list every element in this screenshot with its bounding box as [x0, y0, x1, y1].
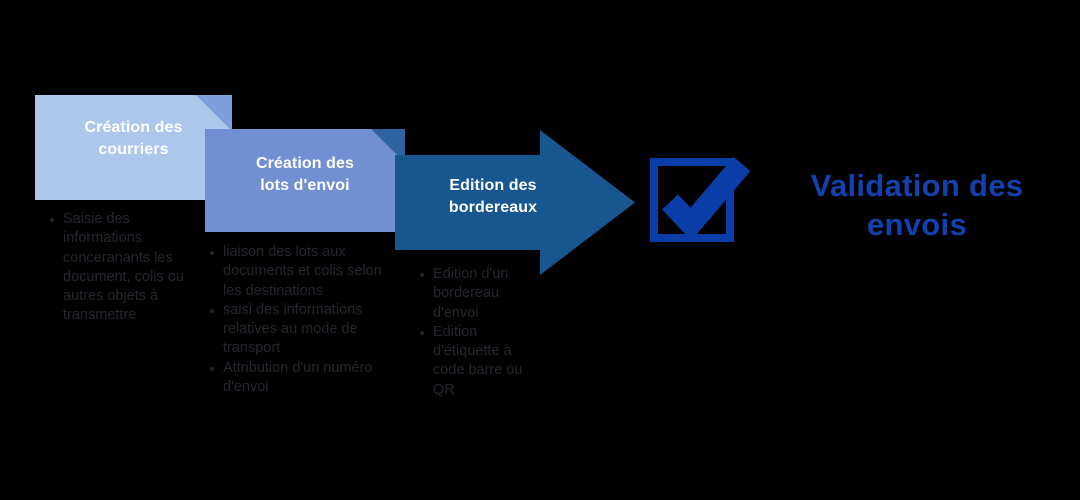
- right-arrow-shape: [395, 130, 635, 275]
- checkbox-checked-icon: [644, 148, 756, 260]
- bullet-list-creation-courriers: Saisie des informations conceranants les…: [48, 210, 203, 326]
- stage-creation-lots[interactable]: Création des lots d'envoi: [205, 129, 405, 232]
- bullet-list-creation-lots: liaison des lots aux documents et colis …: [208, 243, 393, 397]
- diagram-canvas: Création des courriers Saisie des inform…: [0, 0, 1080, 500]
- list-item: liaison des lots aux documents et colis …: [208, 243, 393, 301]
- stage-creation-courriers[interactable]: Création des courriers: [35, 95, 232, 200]
- list-item: Saisie des informations conceranants les…: [48, 210, 203, 326]
- list-item: Edition d'étiquette à code barre ou QR: [418, 323, 523, 400]
- list-item: Attribution d'un numéro d'envoi: [208, 359, 393, 398]
- list-item: Edition d'un bordereau d'envoi: [418, 265, 523, 323]
- stage-edition-bordereaux[interactable]: Edition des bordereaux: [395, 130, 635, 275]
- outcome-title: Validation des envois: [762, 166, 1072, 245]
- corner-fold-icon: [196, 95, 232, 131]
- list-item: saisi des informations relatives au mode…: [208, 301, 393, 359]
- bullet-list-edition-bordereaux: Edition d'un bordereau d'envoi Edition d…: [418, 265, 523, 400]
